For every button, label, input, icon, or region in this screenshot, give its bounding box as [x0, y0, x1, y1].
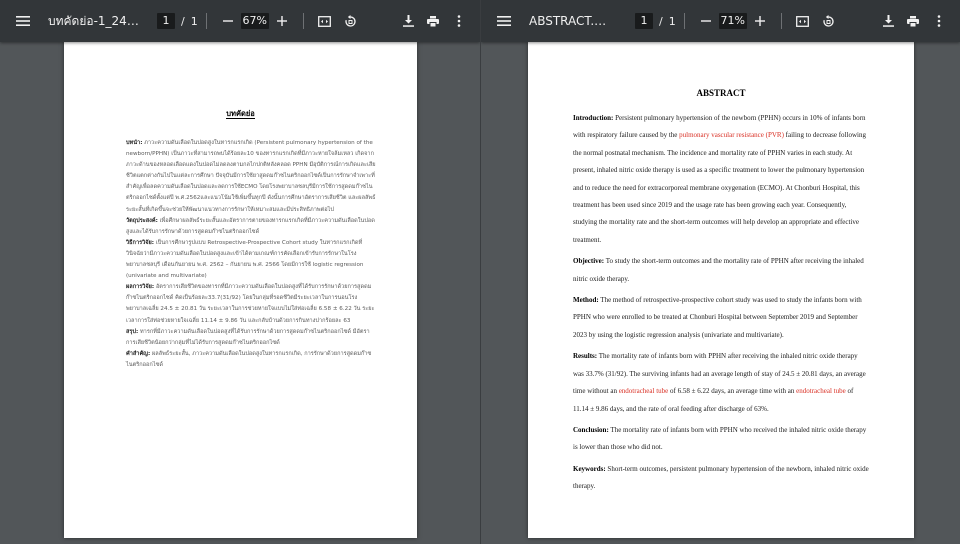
- paragraph-label: สรุป:: [126, 328, 139, 335]
- paragraph-text: อัตราการเสียชีวิตของทารกที่มีภาวะความดัน…: [126, 284, 375, 324]
- fit-page-icon[interactable]: [312, 8, 338, 34]
- print-icon[interactable]: [420, 8, 446, 34]
- zoom-input[interactable]: 67%: [240, 13, 269, 29]
- paragraph-label: ผลการวิจัย:: [126, 284, 155, 291]
- page-body: บทนำ: ภาวะความดันเลือดในปอดสูงในทารกแรกเ…: [126, 138, 376, 371]
- highlighted-term: endotracheal tube: [796, 387, 846, 396]
- pdf-page: ABSTRACT Introduction: Persistent pulmon…: [528, 42, 914, 538]
- menu-icon[interactable]: [10, 8, 36, 34]
- rotate-icon[interactable]: [338, 8, 364, 34]
- toolbar-divider: [780, 13, 782, 29]
- page-heading-text: บทคัดย่อ: [226, 109, 255, 119]
- zoom-input[interactable]: 71%: [718, 13, 747, 29]
- toolbar-divider: [205, 13, 207, 29]
- paragraph-text: To study the short-term outcomes and the…: [573, 257, 864, 283]
- paragraph-text: of 6.58 ± 6.22 days, an average time wit…: [668, 387, 797, 396]
- introduction-paragraph: Introduction: Persistent pulmonary hyper…: [573, 110, 870, 249]
- plus-icon[interactable]: [747, 8, 773, 34]
- paragraph: บทนำ: ภาวะความดันเลือดในปอดสูงในทารกแรกเ…: [126, 138, 376, 216]
- paragraph-text: ทารกที่มีภาวะความดันเลือดในปอดสูงที่ได้ร…: [126, 328, 370, 346]
- conclusion-paragraph: Conclusion: The mortality rate of infant…: [573, 422, 870, 457]
- paragraph: สรุป: ทารกที่มีภาวะความดันเลือดในปอดสูงท…: [126, 327, 376, 349]
- paragraph-label: คำสำคัญ:: [126, 350, 151, 357]
- page-separator: /: [659, 14, 663, 28]
- document-title: ABSTRACT.pdf: [529, 14, 613, 28]
- pdf-toolbar: บทคัดย่อ-1_240218_1... 1 / 1 67%: [0, 0, 480, 42]
- page-body: Introduction: Persistent pulmonary hyper…: [573, 110, 870, 500]
- split-screen: บทคัดย่อ-1_240218_1... 1 / 1 67%: [0, 0, 960, 544]
- left-pdf-viewer: บทคัดย่อ-1_240218_1... 1 / 1 67%: [0, 0, 480, 544]
- results-paragraph: Results: The mortality rate of infants b…: [573, 348, 870, 418]
- page-number-input[interactable]: 1: [635, 13, 653, 29]
- page-total: 1: [668, 14, 676, 28]
- page-separator: /: [181, 14, 185, 28]
- highlighted-term: endotracheal tube: [618, 387, 669, 396]
- toolbar-divider: [302, 13, 304, 29]
- toolbar-divider: [683, 13, 685, 29]
- download-icon[interactable]: [395, 8, 421, 34]
- page-heading: ABSTRACT: [696, 88, 746, 98]
- paragraph-label: วิธีการวิจัย:: [126, 239, 155, 246]
- plus-icon[interactable]: [269, 8, 295, 34]
- print-icon[interactable]: [900, 8, 926, 34]
- minus-icon[interactable]: [693, 8, 719, 34]
- paragraph-text: Short-term outcomes, persistent pulmonar…: [573, 464, 869, 491]
- paragraph-label: Conclusion:: [573, 425, 609, 434]
- download-icon[interactable]: [875, 8, 901, 34]
- page-selector: 1 / 1: [635, 13, 676, 29]
- paragraph: ผลการวิจัย: อัตราการเสียชีวิตของทารกที่ม…: [126, 282, 376, 326]
- paragraph-text: เป็นการศึกษารูปแบบ Retrospective-Prospec…: [126, 239, 364, 280]
- paragraph: วิธีการวิจัย: เป็นการศึกษารูปแบบ Retrosp…: [126, 238, 376, 282]
- objective-paragraph: Objective: To study the short-term outco…: [573, 253, 870, 288]
- keywords-paragraph: Keywords: Short-term outcomes, persisten…: [573, 461, 870, 496]
- paragraph-text: ภาวะความดันเลือดในปอดสูงในทารกแรกเกิด (P…: [126, 140, 376, 213]
- more-vert-icon[interactable]: [926, 8, 952, 34]
- minus-icon[interactable]: [215, 8, 241, 34]
- paragraph-label: Method:: [573, 296, 599, 305]
- paragraph-label: วัตถุประสงค์:: [126, 217, 158, 224]
- paragraph: คำสำคัญ: ผลลัพธ์ระยะสั้น, ภาวะความดันเลื…: [126, 349, 376, 371]
- menu-icon[interactable]: [491, 8, 517, 34]
- paragraph-text: เพื่อศึกษาผลลัพธ์ระยะสั้นและอัตราการตายข…: [126, 217, 375, 235]
- right-pdf-viewer: ABSTRACT.pdf 1 / 1 71% ABSTRACT Introduc…: [480, 0, 960, 544]
- pdf-page: บทคัดย่อ บทนำ: ภาวะความดันเลือดในปอดสูงใ…: [64, 42, 417, 538]
- paragraph-label: Keywords:: [573, 464, 606, 473]
- rotate-icon[interactable]: [816, 8, 842, 34]
- document-title: บทคัดย่อ-1_240218_1...: [48, 13, 143, 28]
- paragraph-text: failing to decrease following the normal…: [573, 131, 866, 244]
- paragraph-label: Introduction:: [573, 114, 614, 122]
- fit-page-icon[interactable]: [790, 8, 816, 34]
- paragraph-label: บทนำ:: [126, 140, 143, 146]
- method-paragraph: Method: The method of retrospective-pros…: [573, 292, 870, 344]
- paragraph-label: Results:: [573, 352, 598, 361]
- pdf-toolbar: ABSTRACT.pdf 1 / 1 71%: [481, 0, 960, 42]
- more-vert-icon[interactable]: [446, 8, 472, 34]
- page-heading: บทคัดย่อ: [64, 108, 417, 120]
- page-number-input[interactable]: 1: [157, 13, 175, 29]
- paragraph-label: Objective:: [573, 257, 605, 266]
- page-selector: 1 / 1: [157, 13, 198, 29]
- paragraph: วัตถุประสงค์: เพื่อศึกษาผลลัพธ์ระยะสั้นแ…: [126, 216, 376, 238]
- page-total: 1: [190, 14, 198, 28]
- paragraph-text: The mortality rate of infants born with …: [573, 425, 867, 452]
- highlighted-term: pulmonary vascular resistance (PVR): [679, 131, 784, 140]
- paragraph-text: ผลลัพธ์ระยะสั้น, ภาวะความดันเลือดในปอดสู…: [126, 350, 372, 368]
- paragraph-text: The method of retrospective-prospective …: [573, 296, 862, 339]
